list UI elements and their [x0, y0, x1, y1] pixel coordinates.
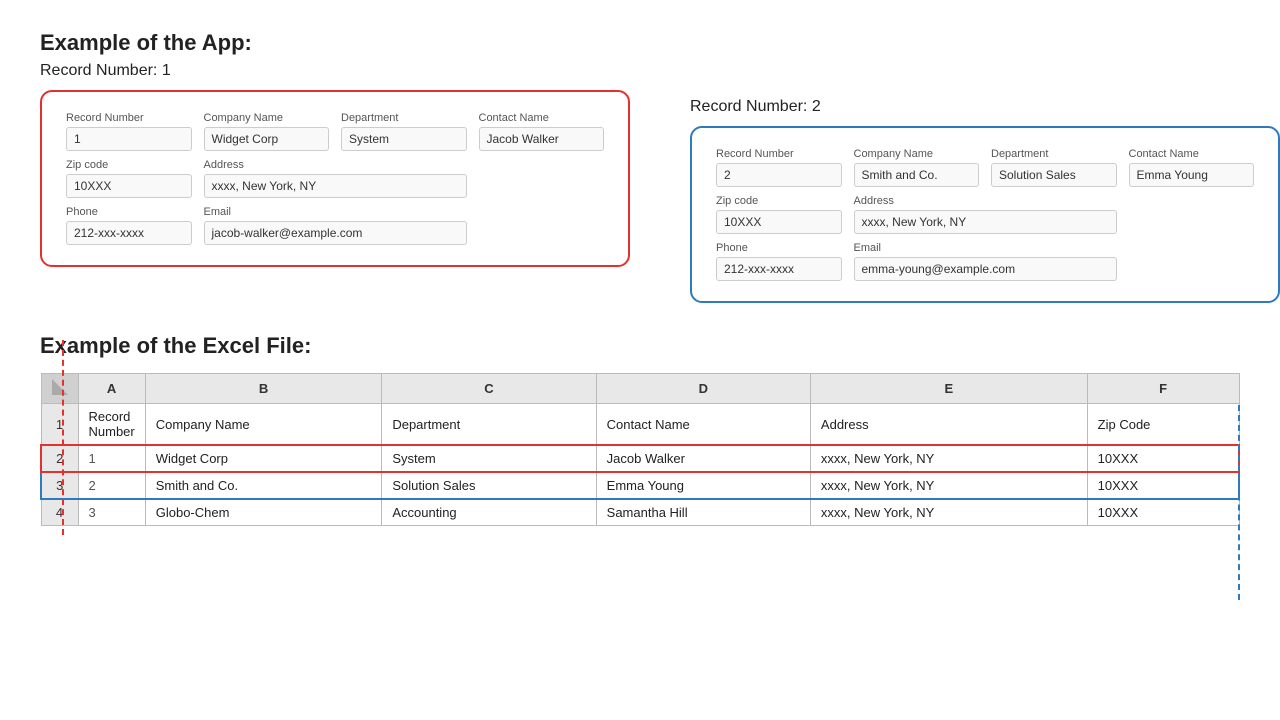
record-number-label: Record Number [66, 112, 192, 124]
app-card-record2: Record Number 2 Company Name Smith and C… [690, 126, 1280, 303]
row1-address: xxxx, New York, NY [810, 445, 1087, 472]
row-num-2: 2 [41, 445, 78, 472]
field-phone2: Phone 212-xxx-xxxx [710, 238, 848, 285]
field-department2: Department Solution Sales [985, 144, 1123, 191]
row1-company: Widget Corp [145, 445, 382, 472]
header-cell-department: Department [382, 404, 596, 446]
col-header-c: C [382, 374, 596, 404]
header-cell-contact: Contact Name [596, 404, 810, 446]
header-cell-address: Address [810, 404, 1087, 446]
phone-label: Phone [66, 206, 192, 218]
field-zipcode: Zip code 10XXX [60, 155, 198, 202]
col-header-f: F [1087, 374, 1239, 404]
company-name-label: Company Name [204, 112, 330, 124]
col-header-b: B [145, 374, 382, 404]
row2-zip: 10XXX [1087, 472, 1239, 499]
excel-row-1: 2 1 Widget Corp System Jacob Walker xxxx… [41, 445, 1239, 472]
field-phone: Phone 212-xxx-xxxx [60, 202, 198, 249]
zipcode-label: Zip code [66, 159, 192, 171]
row-num-1: 1 [41, 404, 78, 446]
field-company-name: Company Name Widget Corp [198, 108, 336, 155]
row2-department: Solution Sales [382, 472, 596, 499]
row1-record: 1 [78, 445, 145, 472]
record-number-value: 1 [66, 127, 192, 151]
field-email: Email jacob-walker@example.com [198, 202, 473, 249]
row-num-4: 4 [41, 499, 78, 526]
row2-address: xxxx, New York, NY [810, 472, 1087, 499]
col-header-a: A [78, 374, 145, 404]
col-header-e: E [810, 374, 1087, 404]
excel-row-3: 4 3 Globo-Chem Accounting Samantha Hill … [41, 499, 1239, 526]
record-number-value2: 2 [716, 163, 842, 187]
contact-name-value: Jacob Walker [479, 127, 605, 151]
excel-title: Example of the Excel File: [40, 333, 1240, 359]
department-value: System [341, 127, 467, 151]
company-name-value: Widget Corp [204, 127, 330, 151]
field-contact-name2: Contact Name Emma Young [1123, 144, 1261, 191]
connector-blue-vertical [1238, 405, 1240, 600]
row3-zip: 10XXX [1087, 499, 1239, 526]
field-address2: Address xxxx, New York, NY [848, 191, 1123, 238]
field-address: Address xxxx, New York, NY [198, 155, 473, 202]
row1-department: System [382, 445, 596, 472]
connector-red-vertical [62, 340, 64, 535]
field-record-number: Record Number 1 [60, 108, 198, 155]
row2-record: 2 [78, 472, 145, 499]
header-row: 1 Record Number Company Name Department … [41, 404, 1239, 446]
contact-name-value2: Emma Young [1129, 163, 1255, 187]
field-department: Department System [335, 108, 473, 155]
record2-label: Record Number: 2 [690, 98, 1280, 116]
contact-name-label: Contact Name [479, 112, 605, 124]
row3-company: Globo-Chem [145, 499, 382, 526]
email-value: jacob-walker@example.com [204, 221, 467, 245]
address-label: Address [204, 159, 467, 171]
row3-contact: Samantha Hill [596, 499, 810, 526]
row2-contact: Emma Young [596, 472, 810, 499]
row2-company: Smith and Co. [145, 472, 382, 499]
row1-contact: Jacob Walker [596, 445, 810, 472]
email-value2: emma-young@example.com [854, 257, 1117, 281]
row3-record: 3 [78, 499, 145, 526]
department-value2: Solution Sales [991, 163, 1117, 187]
main-title: Example of the App: [40, 30, 1240, 56]
corner-cell [41, 374, 78, 404]
email-label: Email [204, 206, 467, 218]
zipcode-value: 10XXX [66, 174, 192, 198]
field-zipcode2: Zip code 10XXX [710, 191, 848, 238]
header-cell-record: Record Number [78, 404, 145, 446]
excel-table: A B C D E F 1 Record Number Company Name… [40, 373, 1240, 526]
field-email2: Email emma-young@example.com [848, 238, 1123, 285]
record1-label: Record Number: 1 [40, 62, 630, 80]
address-value2: xxxx, New York, NY [854, 210, 1117, 234]
company-name-value2: Smith and Co. [854, 163, 980, 187]
col-header-d: D [596, 374, 810, 404]
phone-value: 212-xxx-xxxx [66, 221, 192, 245]
row1-zip: 10XXX [1087, 445, 1239, 472]
field-record-number2: Record Number 2 [710, 144, 848, 191]
address-value: xxxx, New York, NY [204, 174, 467, 198]
row3-address: xxxx, New York, NY [810, 499, 1087, 526]
zipcode-value2: 10XXX [716, 210, 842, 234]
row3-department: Accounting [382, 499, 596, 526]
excel-row-2: 3 2 Smith and Co. Solution Sales Emma Yo… [41, 472, 1239, 499]
department-label: Department [341, 112, 467, 124]
header-cell-zip: Zip Code [1087, 404, 1239, 446]
phone-value2: 212-xxx-xxxx [716, 257, 842, 281]
field-company-name2: Company Name Smith and Co. [848, 144, 986, 191]
field-contact-name: Contact Name Jacob Walker [473, 108, 611, 155]
app-card-record1: Record Number 1 Company Name Widget Corp… [40, 90, 630, 267]
row-num-3: 3 [41, 472, 78, 499]
header-cell-company: Company Name [145, 404, 382, 446]
